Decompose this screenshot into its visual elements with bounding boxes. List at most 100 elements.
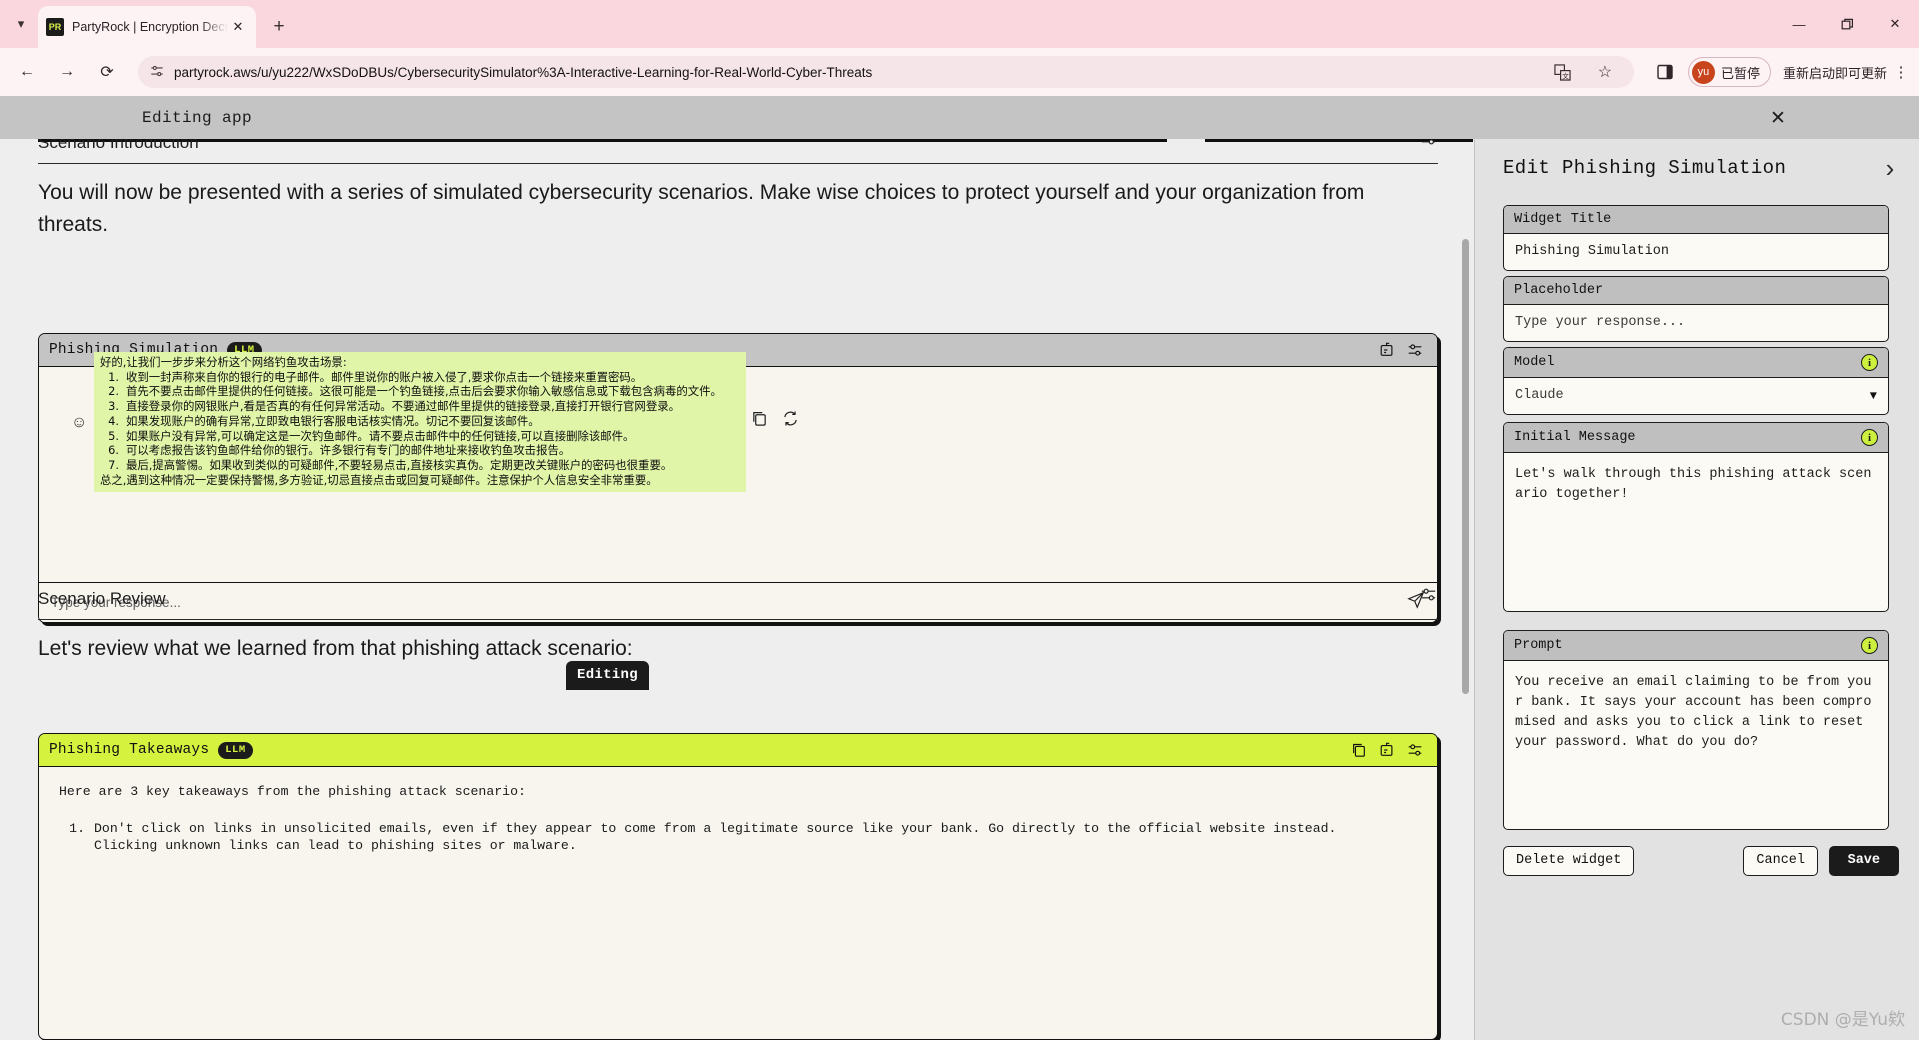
list-text: 首先不要点击邮件里提供的任何链接。这很可能是一个钓鱼链接,点击后会要求你输入敏感… [126,384,722,399]
side-panel-icon[interactable] [1648,55,1682,89]
placeholder-input[interactable]: Type your response... [1504,305,1888,341]
forward-arrow-icon[interactable]: → [50,55,84,89]
label-text: Model [1514,355,1555,370]
copy-icon[interactable] [751,410,768,432]
initial-message-textarea[interactable]: Let's walk through this phishing attack … [1504,453,1888,517]
canvas-scrollbar[interactable] [1462,239,1469,694]
edit-widget-panel: Edit Phishing Simulation › Widget Title … [1474,139,1919,1040]
translate-icon[interactable]: 文 [1546,55,1580,89]
llm-badge: LLM [218,741,253,759]
editing-app-label: Editing app [142,108,253,127]
widget-title-input[interactable]: Phishing Simulation [1504,234,1888,270]
list-item: 1. Don't click on links in unsolicited e… [59,820,1415,854]
section-title: Scenario Introduction [38,139,199,152]
field-initial-message[interactable]: Initial Message i Let's walk through thi… [1503,422,1889,612]
assistant-response: 好的,让我们一步步来分析这个网络钓鱼攻击场景: 1. 收到一封声称来自你的银行的电… [94,352,746,493]
kebab-menu-icon[interactable]: ⋮ [1887,55,1915,89]
browser-window: ▾ PR PartyRock | Encryption Decry ✕ + — … [0,0,1919,1040]
takeaways-body: Here are 3 key takeaways from the phishi… [39,767,1437,854]
list-item: 5. 如果账户没有异常,可以确定这是一次钓鱼邮件。请不要点击邮件中的任何链接,可以… [100,429,740,444]
list-text: 直接登录你的网银账户,看是否真的有任何异常活动。不要通过邮件里提供的链接登录,直… [126,399,680,414]
window-close-icon[interactable]: ✕ [1871,0,1919,48]
new-tab-button[interactable]: + [266,14,292,40]
site-settings-icon[interactable] [150,64,164,81]
widget-phishing-simulation[interactable]: Phishing Simulation LLM ☺ 好的,让我们一步步来分析这个… [38,333,1438,623]
url-text: partyrock.aws/u/yu222/WxSDoDBUs/Cybersec… [174,64,873,80]
model-selected-value: Claude [1515,388,1564,403]
list-text: 最后,提高警惕。如果收到类似的可疑邮件,不要轻易点击,直接核实真伪。定期更改关键… [126,457,673,472]
profile-status-label: 已暂停 [1720,65,1760,81]
list-text: 如果账户没有异常,可以确定这是一次钓鱼邮件。请不要点击邮件中的任何链接,可以直接… [126,428,635,443]
window-minimize-icon[interactable]: — [1775,0,1823,48]
tab-strip: ▾ PR PartyRock | Encryption Decry ✕ + — … [0,0,1919,48]
field-label: Model i [1504,348,1888,378]
editing-app-close-icon[interactable]: ✕ [1765,105,1791,131]
label-text: Widget Title [1514,212,1612,227]
field-model[interactable]: Model i Claude ▼ [1503,347,1889,415]
widget-title: Phishing Takeaways [49,742,210,758]
message-actions [751,410,799,432]
list-item: 2. 首先不要点击邮件里提供的任何链接。这很可能是一个钓鱼链接,点击后会要求你输入… [100,384,740,399]
delete-widget-button[interactable]: Delete widget [1503,846,1635,876]
response-list: 1. 收到一封声称来自你的银行的电子邮件。邮件里说你的账户被入侵了,要求你点击一个… [100,370,740,473]
partyrock-favicon-icon: PR [46,18,64,36]
profile-status-pill[interactable]: yu 已暂停 [1687,57,1771,87]
chevron-down-icon[interactable]: ▼ [1870,386,1877,406]
intro-paragraph: You will now be presented with a series … [38,181,1365,236]
review-paragraph: Let's review what we learned from that p… [38,637,633,660]
save-button[interactable]: Save [1828,846,1899,876]
prompt-textarea[interactable]: You receive an email claiming to be from… [1504,661,1888,765]
list-item: 4. 如果发现账户的确有异常,立即致电银行客服电话核实情况。切记不要回复该邮件。 [100,414,740,429]
info-icon[interactable]: i [1861,637,1878,654]
editing-status-chip: Editing [566,661,649,690]
tab-close-icon[interactable]: ✕ [228,17,248,37]
browser-tab[interactable]: PR PartyRock | Encryption Decry ✕ [38,6,256,48]
widget-header: Phishing Takeaways LLM [39,734,1437,767]
sliders-icon[interactable] [1419,585,1438,609]
info-icon[interactable]: i [1861,429,1878,446]
sliders-icon[interactable] [1419,139,1438,153]
info-icon[interactable]: i [1861,354,1878,371]
section-title: Scenario Review [38,589,166,608]
editing-app-bar: Editing app ✕ [0,96,1919,139]
copy-icon[interactable] [1347,738,1371,762]
browser-toolbar: ← → ⟳ partyrock.aws/u/yu222/WxSDoDBUs/Cy… [0,48,1919,96]
sliders-icon[interactable] [1403,738,1427,762]
field-prompt[interactable]: Prompt i You receive an email claiming t… [1503,630,1889,830]
list-item: 3. 直接登录你的网银账户,看是否真的有任何异常活动。不要通过邮件里提供的链接登录… [100,399,740,414]
response-intro: 好的,让我们一步步来分析这个网络钓鱼攻击场景: [100,355,347,369]
address-bar[interactable]: partyrock.aws/u/yu222/WxSDoDBUs/Cybersec… [138,56,1634,88]
chevron-right-icon[interactable]: › [1875,153,1905,183]
reload-icon[interactable]: ⟳ [90,55,124,89]
emoji-reaction-icon[interactable]: ☺ [71,414,87,432]
list-item: 1. 收到一封声称来自你的银行的电子邮件。邮件里说你的账户被入侵了,要求你点击一个… [100,370,740,385]
field-label: Placeholder [1504,277,1888,305]
tab-search-chevron-down-icon[interactable]: ▾ [8,12,34,36]
list-text: 收到一封声称来自你的银行的电子邮件。邮件里说你的账户被入侵了,要求你点击一个链接… [126,369,643,384]
list-number: 6. [108,443,119,458]
cancel-button[interactable]: Cancel [1743,846,1818,876]
list-text-line1: Don't click on links in unsolicited emai… [94,821,1337,836]
back-arrow-icon[interactable]: ← [10,55,44,89]
field-label: Prompt i [1504,631,1888,661]
widget-phishing-takeaways[interactable]: Phishing Takeaways LLM Here are 3 key ta… [38,733,1438,1040]
list-item: 7. 最后,提高警惕。如果收到类似的可疑邮件,不要轻易点击,直接核实真伪。定期更改… [100,458,740,473]
panel-title: Edit Phishing Simulation [1503,157,1787,179]
field-label: Initial Message i [1504,423,1888,453]
field-placeholder[interactable]: Placeholder Type your response... [1503,276,1889,342]
update-button[interactable]: 重新启动即可更新 [1783,63,1887,82]
list-number: 5. [108,428,119,443]
label-text: Placeholder [1514,283,1604,298]
model-select[interactable]: Claude ▼ [1504,378,1888,414]
watermark: CSDN @是Yu欸 [1780,1010,1905,1030]
window-maximize-icon[interactable] [1823,0,1871,48]
list-text-wrap: Don't click on links in unsolicited emai… [94,820,1336,854]
copy-to-clipboard-icon[interactable] [1375,338,1399,362]
field-widget-title[interactable]: Widget Title Phishing Simulation [1503,205,1889,271]
copy-to-clipboard-icon[interactable] [1375,738,1399,762]
sliders-icon[interactable] [1403,338,1427,362]
list-number: 4. [108,413,119,428]
star-icon[interactable]: ☆ [1588,55,1622,89]
regenerate-icon[interactable] [782,410,799,432]
list-text: 可以考虑报告该钓鱼邮件给你的银行。许多银行有专门的邮件地址来接收钓鱼攻击报告。 [126,443,571,458]
